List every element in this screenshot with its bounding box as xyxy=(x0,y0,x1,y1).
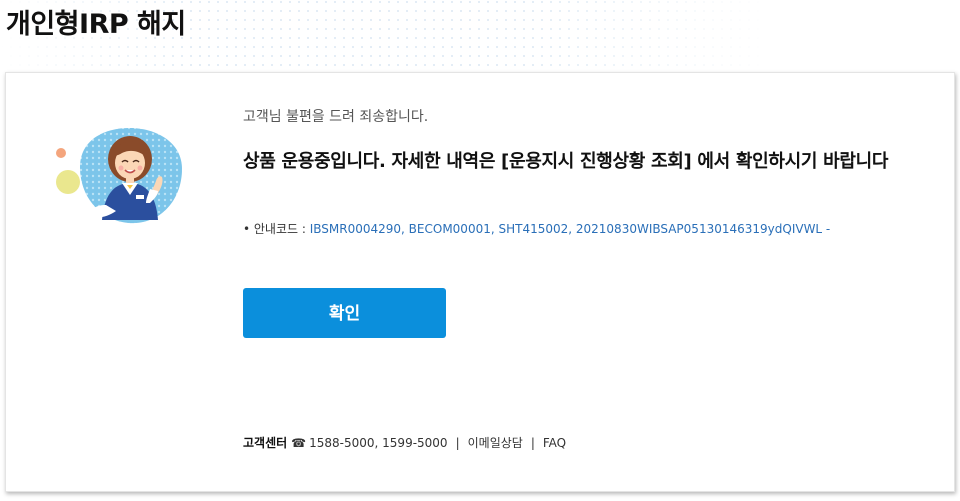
footer-separator: | xyxy=(455,436,460,450)
confirm-button[interactable]: 확인 xyxy=(243,288,446,338)
apology-text: 고객님 불편을 드려 죄송합니다. xyxy=(243,109,429,125)
guide-code-value: IBSMR0004290, BECOM00001, SHT415002, 202… xyxy=(309,222,831,236)
faq-link[interactable]: FAQ xyxy=(543,436,566,450)
page: 개인형IRP 해지 고객님 불편을 드려 죄송합니다. 상품 운용중입니다. 자… xyxy=(0,0,960,501)
consultant-illustration xyxy=(56,127,182,224)
customer-center-label: 고객센터 xyxy=(243,436,288,450)
notice-card: 고객님 불편을 드려 죄송합니다. 상품 운용중입니다. 자세한 내역은 [운용… xyxy=(5,72,955,492)
status-message: 상품 운용중입니다. 자세한 내역은 [운용지시 진행상황 조회] 에서 확인하… xyxy=(243,151,889,172)
email-consult-link[interactable]: 이메일상담 xyxy=(468,436,523,450)
phone-numbers: 1588-5000, 1599-5000 xyxy=(309,436,448,450)
phone-icon: ☎ xyxy=(291,436,307,450)
guide-code: • 안내코드 : IBSMR0004290, BECOM00001, SHT41… xyxy=(243,220,830,237)
footer-separator: | xyxy=(530,436,535,450)
guide-code-label: • 안내코드 : xyxy=(243,222,310,236)
customer-center-footer: 고객센터 ☎ 1588-5000, 1599-5000 | 이메일상담 | FAQ xyxy=(243,434,566,451)
page-title: 개인형IRP 해지 xyxy=(6,9,186,40)
